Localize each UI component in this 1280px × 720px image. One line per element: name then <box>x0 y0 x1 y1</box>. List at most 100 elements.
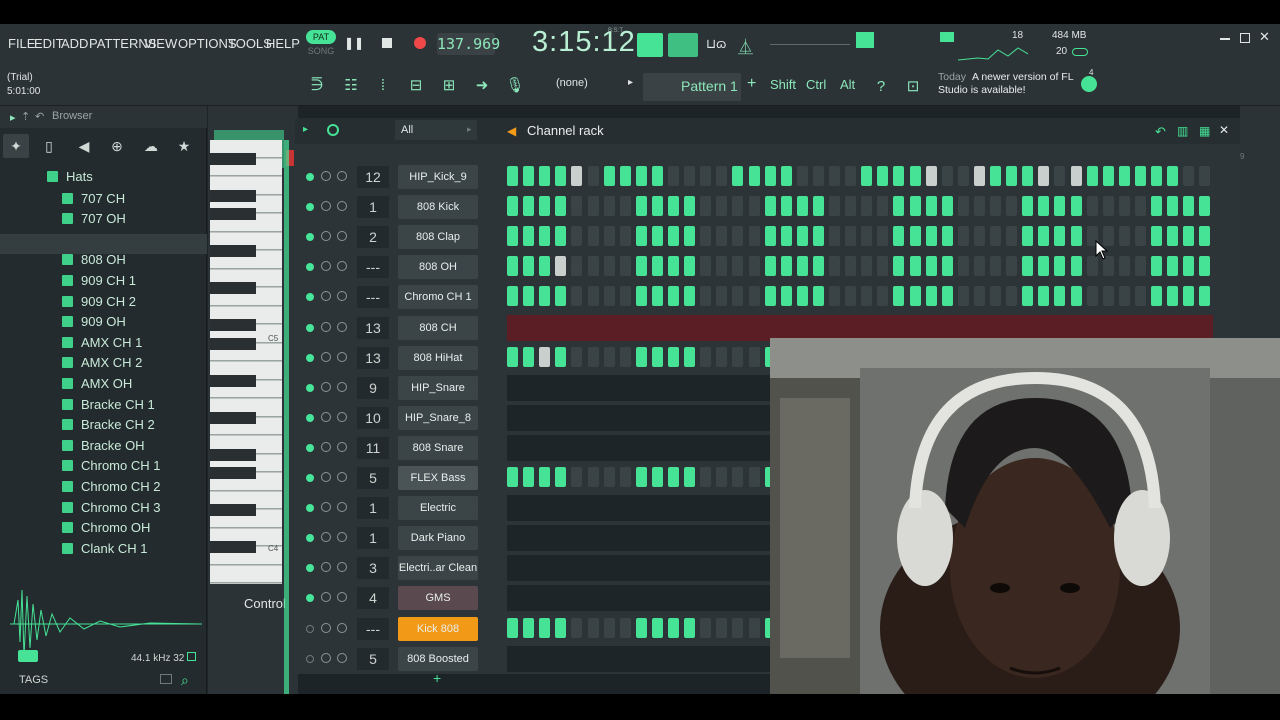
step-button[interactable] <box>1070 196 1082 217</box>
step-button[interactable] <box>829 256 840 277</box>
pan-knob[interactable] <box>321 261 331 272</box>
channel-led[interactable] <box>306 173 314 181</box>
step-button[interactable] <box>523 256 535 277</box>
step-button[interactable] <box>523 467 535 487</box>
step-button[interactable] <box>716 346 728 367</box>
channel-led[interactable] <box>306 564 314 573</box>
pan-knob[interactable] <box>321 411 331 422</box>
step-button[interactable] <box>1118 226 1130 247</box>
step-button[interactable] <box>1118 256 1130 277</box>
step-button[interactable] <box>571 226 583 247</box>
speaker-icon[interactable]: ◀ <box>71 134 97 158</box>
step-button[interactable] <box>925 166 937 186</box>
step-button[interactable] <box>1134 166 1146 186</box>
file-icon[interactable]: ▯ <box>36 134 62 158</box>
browser-item[interactable]: 909 CH 1 <box>62 270 136 290</box>
piano-roll-preview[interactable] <box>507 374 770 401</box>
step-button[interactable] <box>571 467 583 487</box>
step-button[interactable] <box>957 166 969 186</box>
step-button[interactable] <box>507 256 518 277</box>
step-button[interactable] <box>619 617 631 638</box>
step-button[interactable] <box>700 467 712 487</box>
browser-item[interactable]: AMX CH 1 <box>62 332 142 352</box>
step-button[interactable] <box>603 617 615 638</box>
step-button[interactable] <box>748 617 760 638</box>
microphone-icon[interactable]: 🎙 <box>502 72 528 98</box>
mixer-track-number[interactable]: 4 <box>357 587 389 610</box>
step-button[interactable] <box>925 196 937 217</box>
piano-black-key[interactable] <box>210 189 256 202</box>
piano-roll-preview[interactable] <box>507 585 770 612</box>
step-button[interactable] <box>555 286 567 307</box>
step-button[interactable] <box>941 196 953 217</box>
browser-item[interactable]: 909 OH <box>62 312 126 332</box>
step-button[interactable] <box>507 196 518 217</box>
step-button[interactable] <box>716 467 728 487</box>
step-button[interactable] <box>1006 226 1018 247</box>
step-button[interactable] <box>1102 286 1114 307</box>
step-button[interactable] <box>861 166 873 186</box>
step-button[interactable] <box>925 256 937 277</box>
step-button[interactable] <box>555 346 567 367</box>
step-button[interactable] <box>780 196 792 217</box>
plugin-db-icon[interactable]: ⊕ <box>104 134 130 158</box>
step-button[interactable] <box>925 286 937 307</box>
update-icon[interactable] <box>1081 76 1097 92</box>
step-button[interactable] <box>732 617 744 638</box>
mixer-icon[interactable]: ⊟ <box>403 72 429 98</box>
step-button[interactable] <box>539 346 551 367</box>
step-button[interactable] <box>877 166 889 186</box>
pan-knob[interactable] <box>321 502 331 513</box>
step-button[interactable] <box>716 226 728 247</box>
cloud-icon[interactable]: ☁ <box>138 134 164 158</box>
step-button[interactable] <box>893 256 905 277</box>
pan-knob[interactable] <box>321 622 331 633</box>
metronome-icon[interactable]: ⏅ <box>738 36 753 57</box>
step-button[interactable] <box>732 467 744 487</box>
step-button[interactable] <box>1151 256 1162 277</box>
step-button[interactable] <box>748 166 760 186</box>
step-button[interactable] <box>539 617 551 638</box>
step-button[interactable] <box>1022 286 1034 307</box>
step-button[interactable] <box>1054 226 1066 247</box>
step-button[interactable] <box>619 467 631 487</box>
step-button[interactable] <box>716 286 728 307</box>
browser-item[interactable]: Clank CH 1 <box>62 538 147 558</box>
step-button[interactable] <box>1102 166 1114 186</box>
piano-roll-scrollbar[interactable] <box>284 140 289 694</box>
step-button[interactable] <box>748 196 760 217</box>
pat-mode-toggle[interactable]: PAT <box>306 30 336 44</box>
piano-black-key[interactable] <box>210 337 256 350</box>
step-button[interactable] <box>555 617 567 638</box>
step-button[interactable] <box>973 196 985 217</box>
alt-key[interactable]: Alt <box>840 77 855 92</box>
step-button[interactable] <box>1006 166 1018 186</box>
channel-led[interactable] <box>306 504 314 513</box>
step-button[interactable] <box>877 286 889 307</box>
piano-roll-preview[interactable] <box>507 525 770 552</box>
channel-name-button[interactable]: 808 Boosted <box>398 646 478 671</box>
step-button[interactable] <box>748 256 760 277</box>
step-button[interactable] <box>700 226 712 247</box>
step-button[interactable] <box>990 256 1001 277</box>
search-icon[interactable]: ⌕ <box>181 672 189 689</box>
grid-view-icon[interactable]: ▦ <box>1199 124 1210 138</box>
mixer-track-number[interactable]: 13 <box>357 316 389 339</box>
browser-item[interactable]: Chromo CH 1 <box>62 456 160 476</box>
mixer-track-number[interactable]: --- <box>357 286 389 309</box>
volume-knob[interactable] <box>337 532 347 543</box>
step-button[interactable] <box>571 617 583 638</box>
step-button[interactable] <box>1151 286 1162 307</box>
channel-led[interactable] <box>306 413 314 422</box>
step-button[interactable] <box>523 346 535 367</box>
piano-black-key[interactable] <box>210 504 256 516</box>
undo-icon[interactable]: ↶ <box>1155 124 1166 140</box>
step-button[interactable] <box>668 226 679 247</box>
step-button[interactable] <box>571 166 583 186</box>
step-button[interactable] <box>1070 226 1082 247</box>
step-button[interactable] <box>1199 256 1211 277</box>
channel-led[interactable] <box>306 594 314 603</box>
step-button[interactable] <box>684 286 696 307</box>
step-button[interactable] <box>603 346 615 367</box>
step-button[interactable] <box>1054 166 1066 186</box>
